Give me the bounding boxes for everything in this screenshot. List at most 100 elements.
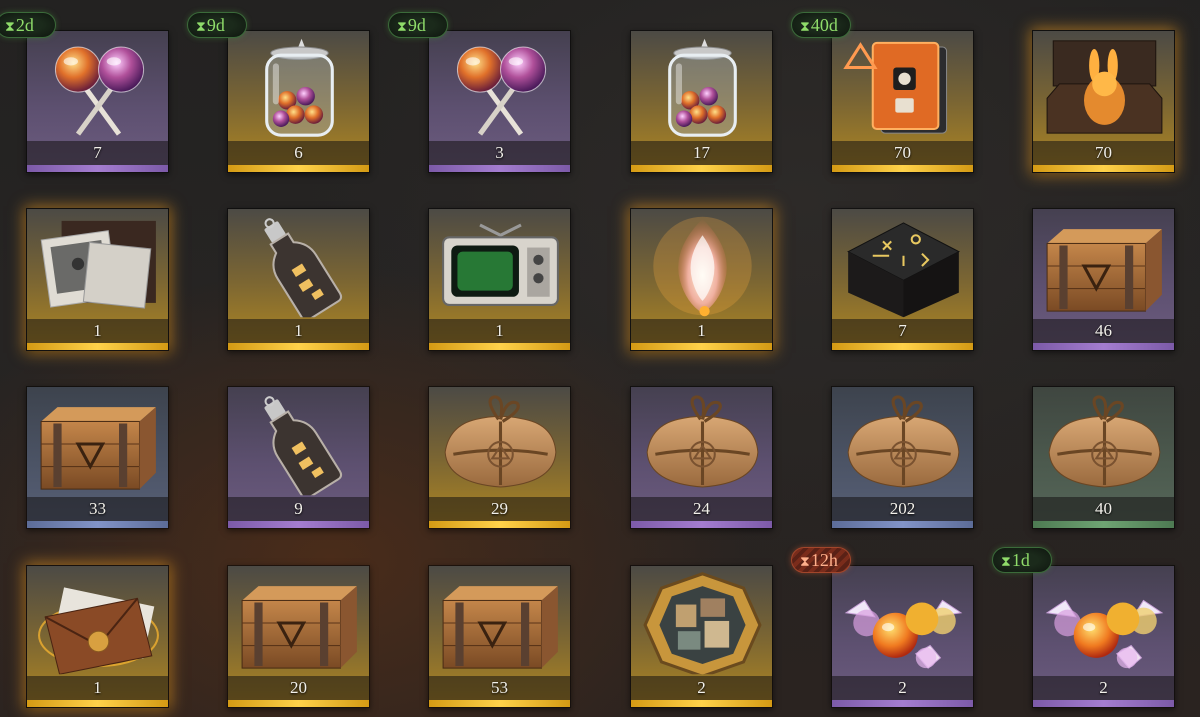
rarity-strip (631, 165, 772, 172)
item-quantity: 1 (27, 676, 168, 700)
rarity-strip (27, 343, 168, 350)
inventory-slot[interactable]: 1 (227, 208, 370, 351)
lollipop-pair-icon (37, 35, 160, 141)
item-quantity: 9 (228, 497, 369, 521)
rarity-strip (1033, 165, 1174, 172)
rarity-strip (429, 521, 570, 528)
item-quantity: 7 (832, 319, 973, 343)
rarity-strip (631, 521, 772, 528)
hourglass-icon: ⧗ (800, 20, 810, 35)
paper-parcel-icon (1043, 391, 1166, 497)
inventory-slot[interactable]: 2 (630, 565, 773, 708)
item-quantity: 2 (832, 676, 973, 700)
inventory-slot[interactable]: 29 (428, 386, 571, 529)
inventory-slot[interactable]: 7 (26, 30, 169, 173)
hourglass-icon: ⧗ (800, 555, 810, 570)
timer-text: 1d (1011, 550, 1030, 570)
rarity-strip (1033, 700, 1174, 707)
inventory-slot[interactable]: 40 (1032, 386, 1175, 529)
expiry-timer-badge: ⧗9d (388, 12, 448, 38)
rune-tome-icon (842, 35, 965, 141)
rarity-strip (228, 165, 369, 172)
wooden-crate-icon (238, 570, 361, 676)
item-quantity: 40 (1033, 497, 1174, 521)
inventory-slot[interactable]: 24 (630, 386, 773, 529)
item-quantity: 29 (429, 497, 570, 521)
item-quantity: 1 (228, 319, 369, 343)
hourglass-icon: ⧗ (397, 20, 407, 35)
inventory-slot[interactable]: 53 (428, 565, 571, 708)
rarity-strip (27, 700, 168, 707)
item-quantity: 1 (631, 319, 772, 343)
rarity-strip (832, 521, 973, 528)
wrapped-candy-icon (1043, 570, 1166, 676)
inventory-slot[interactable]: 202 (831, 386, 974, 529)
lollipop-pair-icon (439, 35, 562, 141)
inventory-slot[interactable]: 3 (428, 30, 571, 173)
wooden-crate-icon (1043, 213, 1166, 319)
timer-text: 9d (407, 15, 426, 35)
timer-text: 9d (206, 15, 225, 35)
inventory-slot[interactable]: 2 (831, 565, 974, 708)
inventory-slot[interactable]: 70 (831, 30, 974, 173)
rarity-strip (429, 343, 570, 350)
retro-tv-icon (439, 213, 562, 319)
spirit-flame-icon (641, 213, 764, 319)
item-quantity: 6 (228, 141, 369, 165)
expiry-timer-badge: ⧗9d (187, 12, 247, 38)
inventory-slot[interactable]: 1 (26, 208, 169, 351)
rarity-strip (27, 521, 168, 528)
hourglass-icon: ⧗ (196, 20, 206, 35)
item-quantity: 2 (631, 676, 772, 700)
paper-parcel-icon (641, 391, 764, 497)
rune-altar-icon (842, 213, 965, 319)
timer-text: 40d (810, 15, 838, 35)
expiry-timer-badge: ⧗12h (791, 547, 851, 573)
puzzle-medallion-icon (641, 570, 764, 676)
rarity-strip (429, 165, 570, 172)
item-quantity: 7 (27, 141, 168, 165)
photo-box-icon (37, 213, 160, 319)
rabbit-figurine-box-icon (1043, 35, 1166, 141)
rarity-strip (1033, 521, 1174, 528)
rarity-strip (27, 165, 168, 172)
timer-text: 12h (810, 550, 838, 570)
inventory-slot[interactable]: 33 (26, 386, 169, 529)
rarity-strip (832, 700, 973, 707)
item-quantity: 17 (631, 141, 772, 165)
inventory-slot[interactable]: 17 (630, 30, 773, 173)
wooden-crate-icon (439, 570, 562, 676)
inventory-slot[interactable]: 2 (1032, 565, 1175, 708)
inventory-slot[interactable]: 46 (1032, 208, 1175, 351)
message-bottle-icon (238, 213, 361, 319)
rarity-strip (228, 700, 369, 707)
inventory-slot[interactable]: 20 (227, 565, 370, 708)
expiry-timer-badge: ⧗40d (791, 12, 851, 38)
item-quantity: 1 (27, 319, 168, 343)
item-quantity: 33 (27, 497, 168, 521)
sealed-envelope-icon (37, 570, 160, 676)
item-quantity: 70 (832, 141, 973, 165)
inventory-slot[interactable]: 1 (428, 208, 571, 351)
rarity-strip (228, 343, 369, 350)
inventory-slot[interactable]: 6 (227, 30, 370, 173)
item-quantity: 1 (429, 319, 570, 343)
inventory-slot[interactable]: 70 (1032, 30, 1175, 173)
item-quantity: 202 (832, 497, 973, 521)
candy-jar-icon (641, 35, 764, 141)
rarity-strip (832, 343, 973, 350)
inventory-slot[interactable]: 1 (26, 565, 169, 708)
hourglass-icon: ⧗ (5, 20, 15, 35)
inventory-slot[interactable]: 1 (630, 208, 773, 351)
wooden-crate-icon (37, 391, 160, 497)
inventory-slot[interactable]: 9 (227, 386, 370, 529)
inventory-grid: 7 6 ⧗9d 3 ⧗9d 17 70 ⧗40d 70 1 1 1 1 7 46 33 9 29 24 202 40 1 2… (0, 0, 1200, 717)
paper-parcel-icon (439, 391, 562, 497)
rarity-strip (429, 700, 570, 707)
inventory-slot[interactable]: 7 (831, 208, 974, 351)
item-quantity: 3 (429, 141, 570, 165)
item-quantity: 24 (631, 497, 772, 521)
expiry-timer-badge: ⧗1d (992, 547, 1052, 573)
expiry-timer-badge: ⧗2d (0, 12, 56, 38)
rarity-strip (1033, 343, 1174, 350)
